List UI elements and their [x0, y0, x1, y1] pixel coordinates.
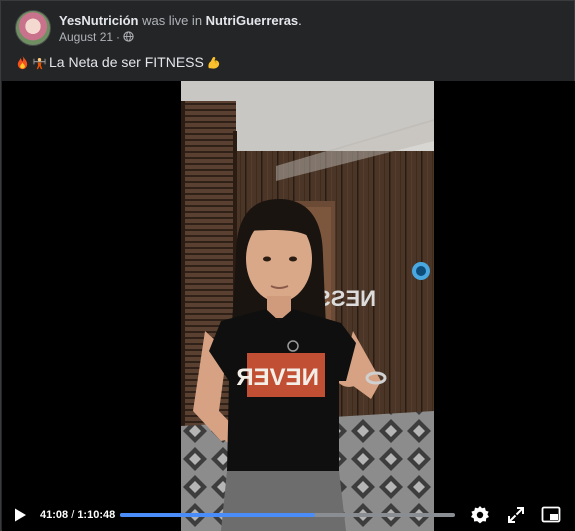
- post-header: YesNutrición was live in NutriGuerreras.…: [15, 8, 302, 48]
- post-date-link[interactable]: August 21: [59, 29, 113, 45]
- total-duration: 1:10:48: [77, 509, 116, 521]
- author-avatar[interactable]: [15, 10, 51, 46]
- time-separator: /: [68, 509, 78, 521]
- author-name-link[interactable]: YesNutrición: [59, 13, 138, 28]
- post-caption: La Neta de ser FITNESS: [15, 53, 221, 71]
- current-time: 41:08: [40, 509, 69, 521]
- progress-fill: [120, 513, 315, 517]
- weightlifter-emoji-icon: [32, 57, 47, 69]
- live-post-card: YesNutrición was live in NutriGuerreras.…: [0, 0, 575, 531]
- caption-text: La Neta de ser FITNESS: [49, 54, 204, 70]
- settings-gear-icon[interactable]: [470, 505, 490, 525]
- live-action-text: was live in: [138, 12, 206, 28]
- shirt-text: NEVER: [236, 364, 319, 391]
- picture-in-picture-icon[interactable]: [541, 505, 561, 525]
- headline-period: .: [298, 12, 302, 28]
- fire-emoji-icon: [17, 55, 28, 69]
- fullscreen-expand-icon[interactable]: [507, 506, 525, 524]
- date-separator: ·: [116, 29, 121, 44]
- post-meta: YesNutrición was live in NutriGuerreras.…: [59, 12, 302, 45]
- video-frame[interactable]: NESS NEVER: [181, 81, 434, 531]
- progress-track[interactable]: [120, 513, 455, 517]
- globe-icon[interactable]: [123, 31, 134, 42]
- flexed-biceps-emoji-icon: [208, 56, 219, 69]
- post-subline: August 21 ·: [59, 29, 302, 45]
- video-player[interactable]: NESS NEVER 41:08 / 1:10:48: [2, 81, 575, 531]
- post-headline: YesNutrición was live in NutriGuerreras.: [59, 12, 302, 29]
- playback-time: 41:08 / 1:10:48: [40, 507, 115, 523]
- video-controls: 41:08 / 1:10:48: [2, 499, 575, 531]
- group-name-link[interactable]: NutriGuerreras: [206, 13, 298, 28]
- play-icon[interactable]: [12, 507, 28, 523]
